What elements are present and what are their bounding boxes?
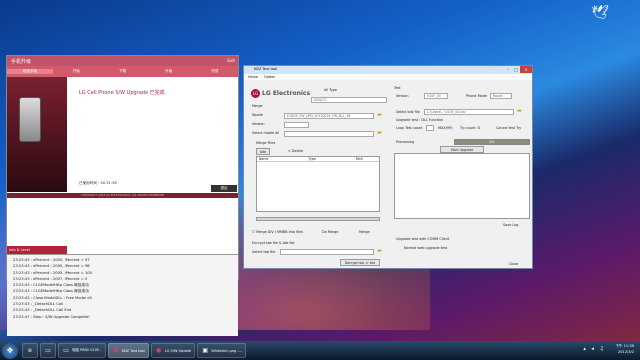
minimize-icon[interactable]: – [504, 66, 512, 73]
try-count-value: 0 [478, 126, 481, 130]
delete-icon: ✕ [288, 149, 291, 153]
upgrade-test-label: Upgrade test : DLL Function [396, 118, 444, 122]
tool-title: KDZ Test tool [244, 66, 532, 74]
test-version-field[interactable]: V10F_00 [424, 93, 448, 99]
version-label: Version [252, 122, 265, 126]
upgrade-headline: LG Cell Phone S/W Upgrade 已完成 [79, 90, 165, 96]
step-upgrade: 升级 [165, 69, 173, 73]
log-line: 23:23:47 : Step : S/W Upgrade Complete! [13, 314, 90, 319]
close-icon[interactable]: × [520, 66, 532, 73]
phone-mode-label: Phone Mode [466, 94, 487, 98]
window-icon: ▭ [63, 346, 69, 354]
taskbar-explorer[interactable]: ▭ [40, 343, 56, 358]
merge-files-label: Merge Files [256, 141, 276, 145]
lg-logo: LG LG Electronics [251, 89, 311, 98]
decrypt-button[interactable]: Decrypt tab -> kdz [340, 259, 380, 266]
upgrade-window: 手机升级 Exit 检查手机 开始 下载 升级 完成 LG Cell Phone… [6, 55, 239, 336]
menu-bar: Home Option [244, 74, 532, 80]
maximize-icon[interactable]: □ [512, 66, 520, 73]
phone-image [19, 97, 41, 142]
phone-mode-select[interactable]: Board [490, 93, 512, 99]
col-path[interactable]: Path [356, 157, 363, 161]
elapsed-time: 已使用时间 : 00:31:36 [79, 181, 117, 185]
close-button[interactable]: Close [509, 262, 518, 266]
select-model-label: Select model dll [252, 131, 280, 135]
menu-home[interactable]: Home [248, 75, 258, 79]
kdz-tool-window: KDZ Test tool – □ × Home Option LG LG Elect… [243, 65, 533, 269]
step-start: 开始 [72, 69, 80, 73]
save-log-button[interactable]: Save Log [503, 223, 518, 227]
wpath-folder-icon[interactable]: ▬ [377, 113, 383, 118]
test-version-label: Version [396, 94, 409, 98]
step-done: 完成 [211, 69, 219, 73]
upgrade-steps: 检查手机 开始 下载 升级 完成 [7, 66, 238, 77]
merge-checkbox[interactable]: ☐ Merge DIV / MMBB into files [252, 230, 303, 234]
add-button[interactable]: Add [256, 148, 270, 155]
tray-icons[interactable]: ▴ ◂ ♫ [583, 346, 606, 352]
comm-client-test[interactable]: Upgrade test with COMM Client [396, 237, 449, 241]
clock[interactable]: 下午 11:39 2012/3/2 [615, 343, 634, 355]
encrypt-label: Encrypt tab file & tab file [252, 241, 295, 245]
folder-icon: ▭ [45, 346, 51, 354]
model-folder-icon[interactable]: ▬ [377, 131, 383, 136]
log-list[interactable]: 23:23:43 : ePercent : 2005, iPercent = 9… [7, 254, 238, 336]
merge-files-table[interactable]: Name Type Path [256, 156, 380, 212]
taskbar-item-phone[interactable]: ▭ 电脑 P880 V10F... [58, 343, 106, 358]
processing-label: Processing [396, 140, 415, 144]
lg-logo-icon: LG [251, 89, 260, 98]
tab-file-field[interactable] [280, 249, 374, 255]
wpath-field[interactable]: E:\KDZ_FW_UPD_20120226_FW_DLL_38 [284, 113, 374, 119]
upgrade-title: 手机升级 [7, 56, 238, 66]
try-count-label: Try count : [460, 126, 478, 130]
version-field[interactable] [284, 122, 309, 128]
delete-button[interactable]: ✕ Delete [288, 149, 303, 153]
kdz-folder-icon[interactable]: ▬ [517, 109, 523, 114]
taskbar-item-kdz[interactable]: ● KDZ Test tool [107, 343, 149, 358]
merge-button[interactable]: Merge [359, 230, 370, 234]
copyright: COPYRIGHT 2012 LG ELECTRONICS. ALL RIGHT… [7, 193, 238, 198]
loop-count-label: Loop Test count [396, 126, 423, 130]
lg-update-icon: ● [156, 346, 162, 354]
merge-progress [256, 217, 380, 221]
step-check: 检查手机 [7, 69, 54, 74]
wpath-label: Wpath [252, 113, 264, 117]
col-type[interactable]: Type [308, 157, 315, 161]
upgrade-body: LG Cell Phone S/W Upgrade 已完成 已使用时间 : 00… [7, 77, 238, 192]
tab-folder-icon[interactable]: ▬ [377, 249, 383, 254]
loop-max: MAX(99) [438, 126, 453, 130]
select-tab-label: Select tab file [252, 250, 276, 254]
step-download: 下载 [118, 69, 127, 73]
desktop-bird-icon[interactable]: 🕊 [590, 5, 610, 25]
dll-type-label: dll Type [324, 88, 337, 92]
phone-panel [7, 77, 67, 192]
taskbar-item-image[interactable]: ▣ Whiteskin.png -... [197, 343, 246, 358]
taskbar: ❖ e ▭ ▭ 电脑 P880 V10F... ● KDZ Test tool ● L… [0, 341, 640, 360]
normal-web-test[interactable]: Normal web upgrade test [404, 246, 447, 250]
taskbar-ie[interactable]: e [22, 343, 38, 358]
select-kdz-label: Select kdz file [396, 110, 420, 114]
kdz-file-field[interactable]: C:\Users\...\V10F_00.kdz [424, 109, 514, 115]
do-merge-button[interactable]: Do Merge [322, 230, 338, 234]
lg-icon: ● [113, 346, 119, 354]
processing-bar: 0% [454, 139, 530, 145]
menu-option[interactable]: Option [264, 75, 275, 79]
test-label: Test [394, 86, 401, 90]
window-controls: – □ × [504, 66, 532, 73]
start-upgrade-button[interactable]: Start Upgrade [440, 146, 484, 153]
model-dll-field[interactable] [284, 131, 374, 137]
cancel-test-link[interactable]: Cancel test Try [496, 126, 521, 130]
dll-type-select[interactable]: DGQC3 [311, 97, 387, 103]
log-label: Info & Level [7, 246, 67, 254]
taskbar-item-lgupdate[interactable]: ● LG S/W Update [150, 343, 196, 358]
image-icon: ▣ [202, 346, 209, 354]
exit-button[interactable]: 退出 [211, 185, 237, 192]
loop-count-field[interactable] [426, 125, 434, 131]
processing-log[interactable] [394, 153, 530, 219]
col-name[interactable]: Name [259, 157, 268, 161]
ie-icon: e [28, 346, 32, 354]
merge-label: Merge [252, 104, 263, 108]
start-button[interactable]: ❖ [2, 342, 18, 359]
upgrade-exit-button[interactable]: Exit [227, 58, 235, 63]
